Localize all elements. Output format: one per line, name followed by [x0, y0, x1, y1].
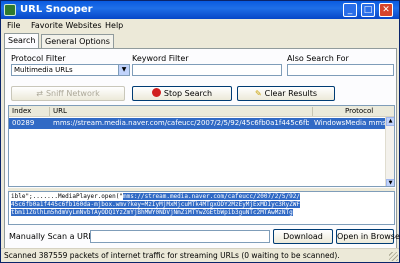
- download-button[interactable]: Download: [273, 229, 333, 244]
- status-bar: Scanned 387559 packets of internet traff…: [1, 248, 399, 262]
- row-url: mms://stream.media.naver.com/cafeucc/200…: [53, 119, 309, 127]
- clear-results-button[interactable]: ✎ Clear Results: [237, 86, 335, 101]
- row-protocol: WindowsMedia mms stream: [314, 119, 386, 127]
- close-button[interactable]: ✕: [379, 3, 393, 17]
- chevron-down-icon[interactable]: ▼: [118, 65, 129, 75]
- keyword-filter-input[interactable]: [132, 64, 282, 76]
- maximize-button[interactable]: □: [361, 3, 375, 17]
- open-in-browser-button[interactable]: Open in Browser: [336, 229, 400, 244]
- detail-selection-2: 45c6fb0a1f445c6fb160da-mjbox.wmv?key=MzI…: [11, 201, 300, 208]
- clear-results-label: Clear Results: [264, 89, 318, 98]
- scroll-down-icon[interactable]: ▼: [386, 179, 394, 186]
- status-text: Scanned 387559 packets of internet traff…: [4, 251, 340, 260]
- manual-scan-label: Manually Scan a URL:: [9, 232, 96, 241]
- also-search-input[interactable]: [287, 64, 394, 76]
- stop-search-label: Stop Search: [163, 89, 213, 98]
- title-bar: URL Snooper _ □ ✕: [1, 1, 399, 19]
- results-scrollbar[interactable]: ▲ ▼: [385, 117, 394, 186]
- resize-grip[interactable]: [389, 252, 398, 261]
- keyword-filter-label: Keyword Filter: [132, 54, 189, 63]
- search-panel: Protocol Filter Multimedia URLs ▼ Keywor…: [4, 48, 400, 258]
- manual-scan-input[interactable]: [90, 230, 270, 243]
- stop-search-button[interactable]: Stop Search: [132, 86, 232, 101]
- results-header: Index URL Protocol: [9, 106, 394, 117]
- column-index[interactable]: Index: [12, 107, 31, 115]
- sniff-network-button[interactable]: ⇄ Sniff Network: [11, 86, 125, 101]
- eraser-icon: ✎: [254, 89, 262, 98]
- detail-prefix: ible";.......MediaPlayer.open(": [11, 193, 123, 200]
- detail-selection-1: mms://stream.media.naver.com/cafeucc/200…: [122, 193, 300, 200]
- also-search-label: Also Search For: [287, 54, 349, 63]
- column-url[interactable]: URL: [53, 107, 67, 115]
- stop-icon: [151, 88, 161, 97]
- detail-text[interactable]: ible";.......MediaPlayer.open("mms://str…: [8, 191, 395, 225]
- menu-file[interactable]: File: [7, 21, 20, 30]
- protocol-filter-value: Multimedia URLs: [14, 66, 73, 74]
- tab-general-options[interactable]: General Options: [41, 34, 114, 48]
- column-protocol[interactable]: Protocol: [345, 107, 373, 115]
- menu-favorite-websites[interactable]: Favorite Websites: [31, 21, 102, 30]
- protocol-filter-label: Protocol Filter: [11, 54, 66, 63]
- sniff-network-label: Sniff Network: [45, 89, 100, 98]
- menu-help[interactable]: Help: [105, 21, 123, 30]
- tab-search[interactable]: Search: [4, 33, 40, 48]
- network-icon: ⇄: [36, 89, 43, 98]
- app-window: URL Snooper _ □ ✕ File Favorite Websites…: [0, 0, 400, 263]
- window-title: URL Snooper: [20, 4, 93, 15]
- scroll-up-icon[interactable]: ▲: [386, 117, 394, 126]
- table-row[interactable]: 00289 mms://stream.media.naver.com/cafeu…: [9, 118, 394, 129]
- detail-selection-3: tbm11ZGlhLm5hdmVyLmNvbTAyODQ1YzZmYjBhMWY…: [11, 209, 293, 216]
- minimize-button[interactable]: _: [343, 3, 357, 17]
- results-list[interactable]: Index URL Protocol 00289 mms://stream.me…: [8, 105, 395, 187]
- app-icon: [4, 4, 16, 16]
- protocol-filter-select[interactable]: Multimedia URLs ▼: [11, 64, 130, 76]
- row-index: 00289: [12, 119, 35, 127]
- menu-bar: File Favorite Websites Help: [1, 19, 399, 33]
